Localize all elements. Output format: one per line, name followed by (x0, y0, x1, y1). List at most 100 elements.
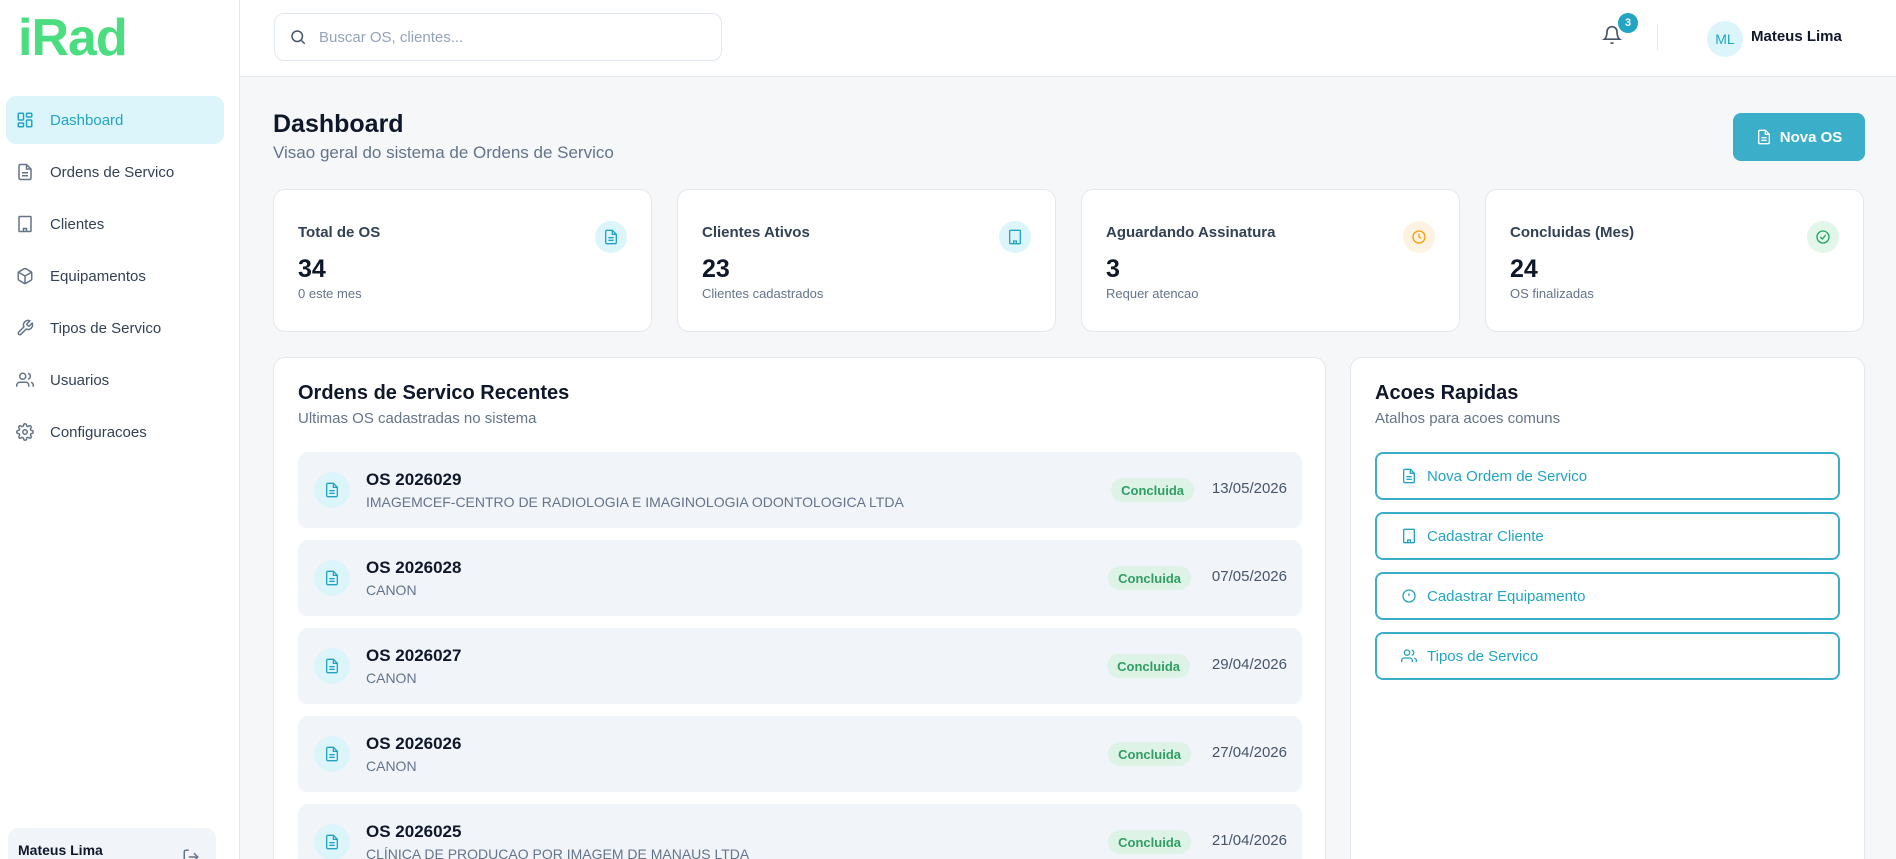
os-client: CLÍNICA DE PRODUCAO POR IMAGEM DE MANAUS… (366, 846, 750, 859)
stat-label: Clientes Ativos (702, 224, 810, 241)
app-logo[interactable]: iRad (18, 8, 128, 68)
stat-label: Concluidas (Mes) (1510, 224, 1635, 241)
sidebar-item-equipamentos[interactable]: Equipamentos (6, 252, 224, 300)
stat-value: 34 (298, 255, 326, 283)
os-date: 27/04/2026 (1211, 744, 1287, 761)
quick-action-tipos-de-servico-button[interactable]: Tipos de Servico (1375, 632, 1840, 680)
document-icon (595, 221, 627, 253)
os-number: OS 2026027 (366, 646, 462, 665)
status-badge: Concluida (1107, 654, 1190, 678)
topbar: 3 ML Mateus Lima (240, 0, 1896, 77)
users-icon (1401, 648, 1427, 664)
os-number: OS 2026025 (366, 822, 462, 841)
stat-card-aguardando-assinatura: Aguardando Assinatura 3 Requer atencao (1081, 189, 1460, 332)
sidebar: iRad Dashboard Ordens de Servico Cliente… (0, 0, 240, 859)
sidebar-item-configuracoes[interactable]: Configuracoes (6, 408, 224, 456)
recent-orders-title: Ordens de Servico Recentes (298, 382, 570, 404)
building-icon (14, 213, 36, 235)
status-badge: Concluida (1108, 742, 1191, 766)
status-badge: Concluida (1108, 830, 1191, 854)
document-icon (314, 472, 350, 508)
wrench-icon (14, 317, 36, 339)
os-date: 21/04/2026 (1211, 832, 1287, 849)
quick-action-cadastrar-cliente-button[interactable]: Cadastrar Cliente (1375, 512, 1840, 560)
page-subtitle: Visao geral do sistema de Ordens de Serv… (273, 143, 614, 162)
document-icon (314, 824, 350, 859)
topbar-divider (1657, 24, 1658, 50)
sidebar-item-usuarios[interactable]: Usuarios (6, 356, 224, 404)
alert-circle-icon (1401, 588, 1427, 604)
search-box[interactable] (274, 13, 722, 61)
quick-action-label: Nova Ordem de Servico (1427, 467, 1588, 485)
sidebar-item-label: Configuracoes (50, 423, 147, 441)
dashboard-icon (14, 109, 36, 131)
new-os-button[interactable]: Nova OS (1733, 113, 1865, 161)
sidebar-item-label: Usuarios (50, 371, 110, 389)
stat-value: 24 (1510, 255, 1538, 283)
recent-orders-panel: Ordens de Servico Recentes Ultimas OS ca… (273, 357, 1326, 859)
stat-value: 23 (702, 255, 730, 283)
box-icon (14, 265, 36, 287)
table-row[interactable]: OS 2026028 CANON Concluida 07/05/2026 (298, 540, 1302, 616)
clock-icon (1403, 221, 1435, 253)
avatar[interactable]: ML (1707, 21, 1743, 57)
table-row[interactable]: OS 2026027 CANON Concluida 29/04/2026 (298, 628, 1302, 704)
search-input[interactable] (319, 28, 699, 46)
stat-value: 3 (1106, 255, 1120, 283)
recent-orders-subtitle: Ultimas OS cadastradas no sistema (298, 410, 537, 427)
table-row[interactable]: OS 2026029 IMAGEMCEF-CENTRO DE RADIOLOGI… (298, 452, 1302, 528)
os-client: CANON (366, 582, 417, 598)
document-icon (1401, 468, 1427, 484)
document-icon (14, 161, 36, 183)
os-date: 07/05/2026 (1211, 568, 1287, 585)
stat-card-clientes-ativos: Clientes Ativos 23 Clientes cadastrados (677, 189, 1056, 332)
topbar-user-name[interactable]: Mateus Lima (1751, 28, 1842, 45)
sidebar-item-label: Clientes (50, 215, 105, 233)
search-icon (289, 28, 307, 46)
os-client: CANON (366, 758, 417, 774)
logout-icon[interactable] (182, 848, 200, 859)
stat-card-total-os: Total de OS 34 0 este mes (273, 189, 652, 332)
quick-actions-subtitle: Atalhos para acoes comuns (1375, 410, 1561, 427)
document-icon (314, 560, 350, 596)
sidebar-item-label: Ordens de Servico (50, 163, 175, 181)
gear-icon (14, 421, 36, 443)
os-date: 13/05/2026 (1211, 480, 1287, 497)
stat-label: Total de OS (298, 224, 381, 241)
table-row[interactable]: OS 2026025 CLÍNICA DE PRODUCAO POR IMAGE… (298, 804, 1302, 859)
quick-action-label: Cadastrar Cliente (1427, 527, 1544, 545)
stat-card-concluidas-mes: Concluidas (Mes) 24 OS finalizadas (1485, 189, 1864, 332)
new-os-label: Nova OS (1779, 128, 1843, 146)
sidebar-item-label: Dashboard (50, 111, 124, 129)
sidebar-item-clientes[interactable]: Clientes (6, 200, 224, 248)
status-badge: Concluida (1108, 566, 1191, 590)
document-icon (1756, 129, 1780, 145)
quick-action-label: Cadastrar Equipamento (1427, 587, 1586, 605)
stat-subtext: Requer atencao (1106, 286, 1199, 301)
building-icon (1401, 528, 1427, 544)
sidebar-item-label: Equipamentos (50, 267, 146, 285)
stat-subtext: 0 este mes (298, 286, 362, 301)
os-date: 29/04/2026 (1211, 656, 1287, 673)
quick-actions-title: Acoes Rapidas (1375, 382, 1519, 404)
os-client: CANON (366, 670, 417, 686)
building-icon (999, 221, 1031, 253)
stat-subtext: Clientes cadastrados (702, 286, 824, 301)
sidebar-nav: Dashboard Ordens de Servico Clientes Equ… (0, 96, 240, 460)
sidebar-user-card: Mateus Lima (8, 828, 216, 859)
notification-badge: 3 (1618, 13, 1638, 33)
sidebar-user-name: Mateus Lima (18, 842, 103, 858)
page-title: Dashboard (273, 110, 404, 138)
document-icon (314, 648, 350, 684)
quick-action-cadastrar-equipamento-button[interactable]: Cadastrar Equipamento (1375, 572, 1840, 620)
status-badge: Concluida (1111, 478, 1194, 502)
document-icon (314, 736, 350, 772)
quick-action-label: Tipos de Servico (1427, 647, 1539, 665)
quick-action-nova-ordem-button[interactable]: Nova Ordem de Servico (1375, 452, 1840, 500)
table-row[interactable]: OS 2026026 CANON Concluida 27/04/2026 (298, 716, 1302, 792)
quick-actions-panel: Acoes Rapidas Atalhos para acoes comuns … (1350, 357, 1865, 859)
sidebar-item-ordens-de-servico[interactable]: Ordens de Servico (6, 148, 224, 196)
sidebar-item-dashboard[interactable]: Dashboard (6, 96, 224, 144)
stat-subtext: OS finalizadas (1510, 286, 1594, 301)
sidebar-item-tipos-de-servico[interactable]: Tipos de Servico (6, 304, 224, 352)
